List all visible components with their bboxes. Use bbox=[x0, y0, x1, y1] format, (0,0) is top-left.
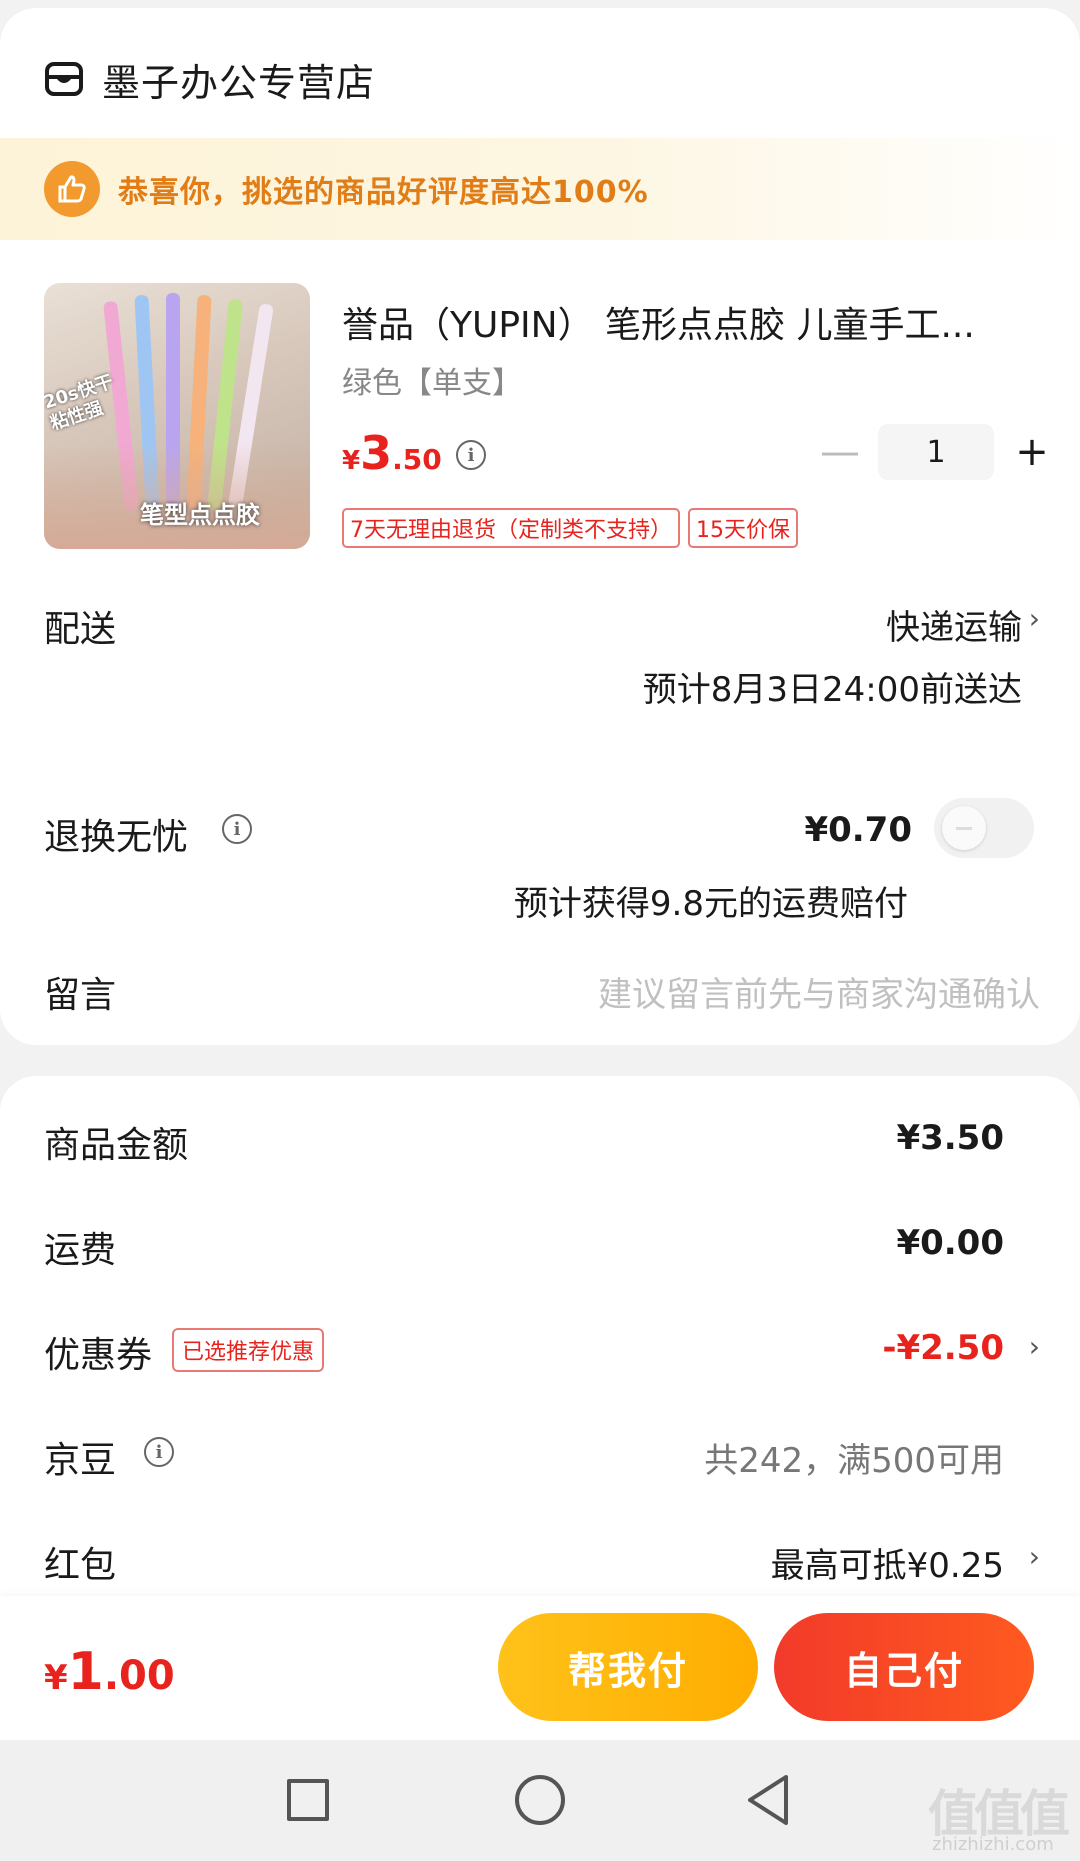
store-icon bbox=[45, 62, 83, 96]
return-insurance-price: ¥0.70 bbox=[804, 810, 912, 850]
product-title[interactable]: 誉品（YUPIN） 笔形点点胶 儿童手工... bbox=[342, 296, 1022, 348]
product-image-caption-bottom: 笔型点点胶 bbox=[140, 501, 260, 529]
jingdou-info-icon[interactable]: i bbox=[144, 1437, 174, 1467]
decrease-quantity-button[interactable]: — bbox=[812, 424, 868, 480]
self-pay-button[interactable]: 自己付 bbox=[774, 1613, 1034, 1721]
freight-value: ¥0.00 bbox=[896, 1223, 1004, 1263]
goods-amount-label: 商品金额 bbox=[44, 1125, 189, 1166]
price-currency: ¥ bbox=[342, 446, 361, 476]
delivery-eta: 预计8月3日24:00前送达 bbox=[642, 670, 1022, 710]
help-pay-button[interactable]: 帮我付 bbox=[498, 1613, 758, 1721]
chevron-right-icon[interactable]: › bbox=[1029, 1540, 1040, 1573]
red-packet-label: 红包 bbox=[44, 1545, 117, 1586]
chevron-right-icon[interactable]: › bbox=[1029, 602, 1040, 635]
thumbs-up-icon bbox=[44, 161, 100, 217]
coupon-tag: 已选推荐优惠 bbox=[172, 1328, 325, 1372]
increase-quantity-button[interactable]: + bbox=[1004, 424, 1060, 480]
return-policy-tag: 7天无理由退货（定制类不支持） bbox=[342, 508, 680, 548]
product-spec[interactable]: 绿色【单支】 bbox=[342, 358, 522, 402]
store-name: 墨子办公专营店 bbox=[102, 60, 376, 105]
delivery-label: 配送 bbox=[44, 609, 117, 650]
home-icon[interactable] bbox=[515, 1775, 565, 1825]
return-insurance-toggle[interactable] bbox=[934, 798, 1034, 858]
price-info-icon[interactable]: i bbox=[456, 440, 486, 470]
price-integer: 3 bbox=[360, 426, 393, 480]
total-currency: ¥ bbox=[44, 1658, 68, 1698]
remark-label: 留言 bbox=[44, 975, 117, 1016]
delivery-method[interactable]: 快递运输 bbox=[886, 600, 1022, 649]
quantity-value[interactable]: 1 bbox=[878, 424, 994, 480]
product-image[interactable]: 20s快干 粘性强 笔型点点胶 bbox=[44, 283, 310, 549]
watermark-url: zhizhizhi.com bbox=[932, 1834, 1054, 1855]
freight-label: 运费 bbox=[44, 1230, 117, 1271]
price-decimal: .50 bbox=[392, 443, 442, 476]
total-decimal: .00 bbox=[103, 1653, 175, 1699]
back-icon[interactable] bbox=[744, 1773, 792, 1827]
coupon-label: 优惠券 bbox=[44, 1335, 153, 1376]
price-protect-tag: 15天价保 bbox=[688, 508, 798, 548]
remark-input[interactable]: 建议留言前先与商家沟通确认 bbox=[598, 967, 1040, 1016]
total-price: ¥ 1 .00 bbox=[44, 1642, 175, 1702]
return-insurance-desc: 预计获得9.8元的运费赔付 bbox=[513, 884, 908, 924]
jingdou-value: 共242，满500可用 bbox=[704, 1441, 1004, 1481]
coupon-value[interactable]: -¥2.50 bbox=[882, 1328, 1004, 1368]
jingdou-label: 京豆 bbox=[44, 1440, 117, 1481]
chevron-right-icon[interactable]: › bbox=[1029, 1330, 1040, 1363]
quantity-stepper: — 1 + bbox=[812, 424, 1060, 480]
total-integer: 1 bbox=[67, 1642, 104, 1702]
product-image-caption-top: 20s快干 粘性强 bbox=[44, 371, 116, 435]
toggle-knob bbox=[942, 806, 986, 850]
banner-text: 恭喜你，挑选的商品好评度高达100% bbox=[118, 175, 649, 210]
goods-amount-value: ¥3.50 bbox=[896, 1118, 1004, 1158]
store-row[interactable]: 墨子办公专营店 bbox=[44, 44, 375, 114]
rating-banner: 恭喜你，挑选的商品好评度高达100% bbox=[0, 138, 1080, 240]
service-tags: 7天无理由退货（定制类不支持） 15天价保 bbox=[342, 508, 798, 548]
return-insurance-info-icon[interactable]: i bbox=[222, 814, 252, 844]
return-insurance-label: 退换无忧 bbox=[44, 817, 189, 858]
product-price: ¥ 3 .50 bbox=[342, 426, 442, 480]
red-packet-value[interactable]: 最高可抵¥0.25 bbox=[771, 1538, 1004, 1587]
recent-apps-icon[interactable] bbox=[287, 1779, 329, 1821]
